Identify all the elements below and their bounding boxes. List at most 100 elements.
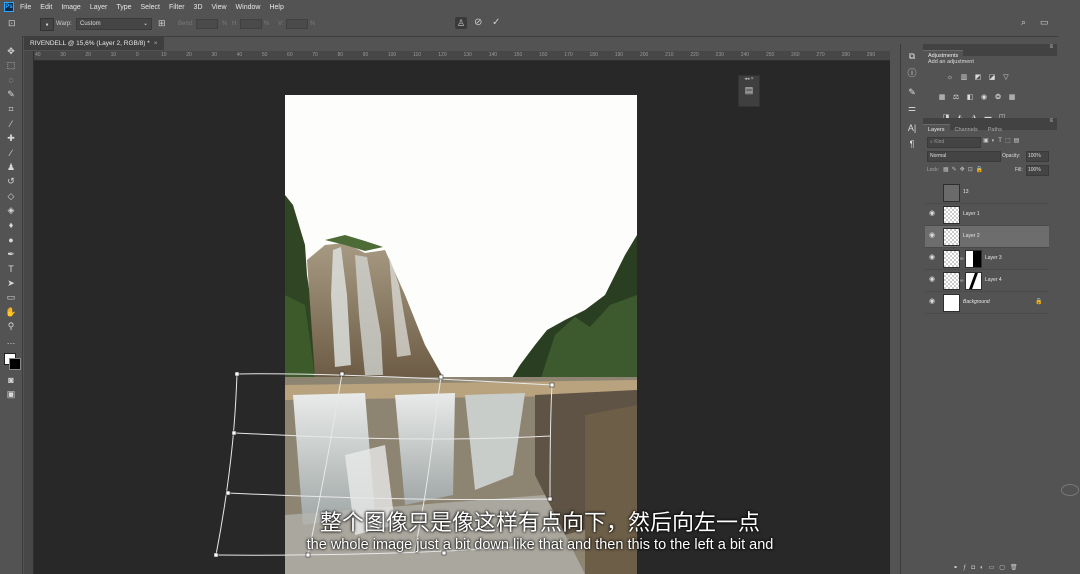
menu-image[interactable]: Image [61,4,80,11]
menu-3d[interactable]: 3D [194,4,203,11]
eye-icon[interactable]: ◉ [929,254,937,262]
document-tab[interactable]: RIVENDELL @ 15,6% (Layer 2, RGB/8) * × [24,37,164,50]
curves-icon[interactable]: ◩ [974,74,982,82]
blend-mode-select[interactable]: Normal [927,151,1001,162]
eye-icon[interactable]: ◉ [929,210,937,218]
warp-grid[interactable] [34,61,890,574]
history-brush-tool-icon[interactable]: ↺ [0,175,22,190]
pen-tool-icon[interactable]: ✒ [0,247,22,262]
blur-tool-icon[interactable]: ♦ [0,218,22,233]
menu-window[interactable]: Window [236,4,261,11]
search-icon[interactable]: ⌕ [1021,17,1026,28]
warp-handle[interactable] [231,430,237,436]
warp-handle[interactable] [225,490,231,496]
info-panel-icon[interactable]: ⓘ [901,64,923,80]
screen-mode-icon[interactable]: ▣ [0,387,22,402]
marquee-tool-icon[interactable]: ⬚ [0,59,22,74]
menu-help[interactable]: Help [269,4,283,11]
menu-layer[interactable]: Layer [90,4,108,11]
menu-view[interactable]: View [212,4,227,11]
menu-file[interactable]: File [20,4,31,11]
warp-handle[interactable] [234,371,240,377]
menu-select[interactable]: Select [141,4,160,11]
eye-icon[interactable]: ◉ [929,232,937,240]
properties-panel-icon[interactable]: ⚌ [901,100,923,116]
panel-menu-icon[interactable]: ≡ [1049,118,1053,124]
background-color-swatch[interactable] [9,357,21,370]
warp-style-select[interactable]: Custom ⌄ [76,18,152,30]
tab-paths[interactable]: Paths [983,125,1007,136]
opacity-field[interactable]: 100% [1026,151,1049,162]
color-balance-icon[interactable]: ⚖ [952,94,960,102]
warp-handle[interactable] [305,552,311,558]
collapse-icon[interactable]: ◂◂ × [739,76,759,82]
warp-handle[interactable] [438,374,444,380]
layer-mask-thumbnail[interactable] [965,250,982,268]
layer-row[interactable]: ◉ ∞ Layer 4 [925,270,1049,292]
levels-icon[interactable]: ▥ [960,74,968,82]
h-field[interactable] [240,19,262,29]
close-icon[interactable]: × [154,40,158,47]
color-lookup-icon[interactable]: ▦ [1008,94,1016,102]
type-tool-icon[interactable]: T [0,262,22,277]
canvas-area[interactable]: ◂◂ × ▤ [34,61,890,574]
floating-properties-panel[interactable]: ◂◂ × ▤ [738,75,760,107]
bend-field[interactable] [196,19,218,29]
path-selection-tool-icon[interactable]: ➤ [0,276,22,291]
warp-handle[interactable] [339,371,345,377]
warp-orientation-icon[interactable]: ⊞ [158,18,166,29]
eye-icon[interactable]: ◉ [929,276,937,284]
hue-saturation-icon[interactable]: ▦ [938,94,946,102]
quick-select-tool-icon[interactable]: ✎ [0,88,22,103]
menu-edit[interactable]: Edit [40,4,52,11]
eraser-tool-icon[interactable]: ◇ [0,189,22,204]
paragraph-panel-icon[interactable]: ¶ [901,136,923,152]
move-tool-icon[interactable]: ✥ [0,44,22,59]
warp-grid-line-top[interactable] [236,373,553,386]
tab-layers[interactable]: Layers [923,124,950,136]
layer-row[interactable]: ◉ ∞ Layer 3 [925,248,1049,270]
warp-handle[interactable] [549,382,555,388]
warp-grid-line-right[interactable] [549,384,553,500]
brightness-contrast-icon[interactable]: ☼ [946,74,954,82]
layer-row[interactable]: ◉ Background 🔒 [925,292,1049,314]
quick-mask-icon[interactable]: ◙ [0,373,22,388]
layer-mask-thumbnail[interactable] [965,272,982,290]
character-panel-icon[interactable]: A| [901,120,923,136]
tab-channels[interactable]: Channels [950,125,983,136]
black-white-icon[interactable]: ◧ [966,94,974,102]
exposure-icon[interactable]: ◪ [988,74,996,82]
layer-row[interactable]: 13 [925,182,1049,204]
commit-transform-icon[interactable]: ✓ [492,17,500,28]
vibrance-icon[interactable]: ▽ [1002,74,1010,82]
brush-settings-icon[interactable]: ✎ [901,84,923,100]
tool-preset-icon[interactable]: ⊡ [8,18,16,29]
layer-filter-icons[interactable]: ▣◐T⬚▤ [983,137,1022,144]
panel-menu-icon[interactable]: ≡ [1049,44,1053,50]
channel-mixer-icon[interactable]: ❂ [994,94,1002,102]
photo-filter-icon[interactable]: ◉ [980,94,988,102]
menu-filter[interactable]: Filter [169,4,185,11]
dodge-tool-icon[interactable]: ● [0,233,22,248]
warp-puppet-icon[interactable]: ♙ [455,17,467,29]
warp-handle[interactable] [547,496,553,502]
layer-row-selected[interactable]: ◉ Layer 2 [925,226,1049,248]
workspace-icon[interactable]: ▭ [1040,17,1049,28]
warp-handle[interactable] [213,552,219,558]
color-swatches[interactable] [0,349,22,373]
hand-tool-icon[interactable]: ✋ [0,305,22,320]
brush-tool-icon[interactable]: ∕ [0,146,22,161]
properties-icon[interactable]: ▤ [739,85,759,96]
healing-brush-tool-icon[interactable]: ✚ [0,131,22,146]
cancel-transform-icon[interactable]: ⊘ [474,17,482,28]
more-tools-icon[interactable]: … [0,334,22,349]
layers-footer-icons[interactable]: ⚭ƒ◘◐▭▢🗑 [953,564,1023,571]
v-field[interactable] [286,19,308,29]
visibility-off-icon[interactable] [929,188,937,196]
fill-field[interactable]: 100% [1026,165,1049,176]
layer-filter-kind-select[interactable]: ⌕ Kind [927,137,981,148]
menu-type[interactable]: Type [116,4,131,11]
lasso-tool-icon[interactable]: ◌ [0,73,22,88]
eye-icon[interactable]: ◉ [929,298,937,306]
shape-tool-icon[interactable]: ▭ [0,291,22,306]
